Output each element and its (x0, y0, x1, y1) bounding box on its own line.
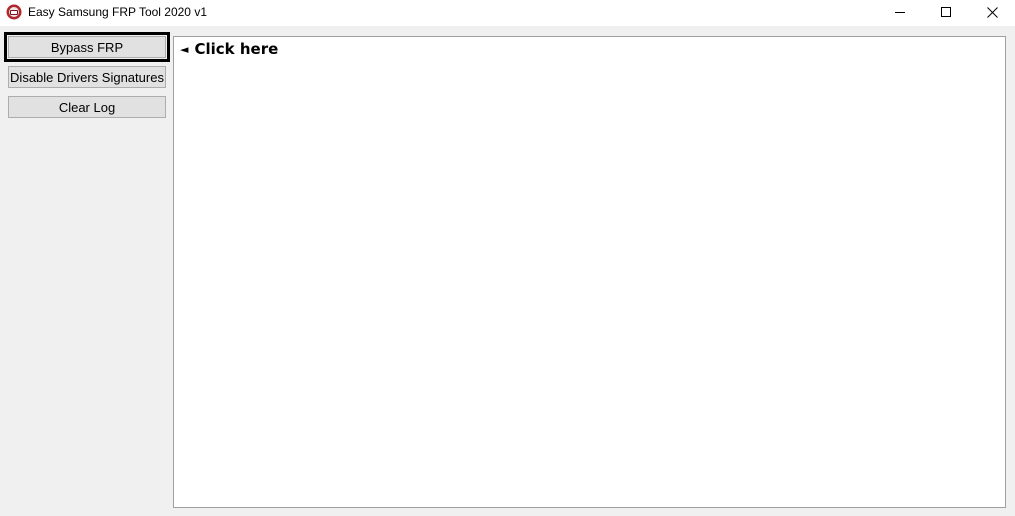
disable-drivers-signatures-button[interactable]: Disable Drivers Signatures (8, 66, 166, 88)
app-icon[interactable] (6, 4, 22, 20)
app-window: Easy Samsung FRP Tool 2020 v1 Bypass FRP… (0, 0, 1015, 516)
maximize-icon (941, 7, 951, 17)
close-button[interactable] (969, 0, 1015, 24)
left-arrow-icon: ◄ (180, 42, 189, 56)
maximize-button[interactable] (923, 0, 969, 24)
window-title: Easy Samsung FRP Tool 2020 v1 (28, 5, 207, 19)
log-line: ◄ Click here (180, 40, 278, 58)
title-bar[interactable]: Easy Samsung FRP Tool 2020 v1 (0, 0, 1015, 26)
minimize-icon (895, 12, 905, 13)
bypass-frp-button[interactable]: Bypass FRP (4, 32, 170, 62)
client-area: Bypass FRP Disable Drivers Signatures Cl… (0, 26, 1015, 516)
clear-log-button[interactable]: Clear Log (8, 96, 166, 118)
minimize-button[interactable] (877, 0, 923, 24)
log-output[interactable]: ◄ Click here (173, 36, 1006, 508)
log-message: Click here (194, 40, 279, 58)
close-icon (986, 6, 998, 18)
